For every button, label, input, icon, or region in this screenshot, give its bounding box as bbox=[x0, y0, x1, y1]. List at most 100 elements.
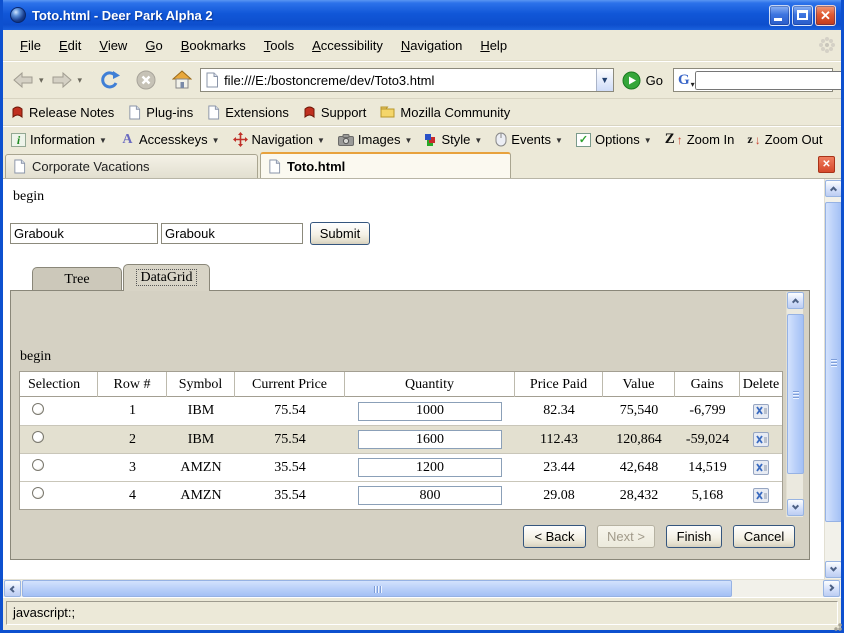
page-icon bbox=[268, 159, 281, 174]
devbar-style[interactable]: Style ▼ bbox=[425, 132, 482, 147]
status-bar: javascript:; bbox=[3, 597, 841, 630]
close-icon: ✕ bbox=[816, 6, 835, 25]
close-tab-button[interactable]: ✕ bbox=[818, 156, 835, 173]
row-radio[interactable] bbox=[32, 431, 44, 443]
menu-file[interactable]: File bbox=[11, 34, 50, 57]
dropdown-caret-icon: ▼ bbox=[644, 136, 652, 145]
dropdown-caret-icon: ▼ bbox=[212, 136, 220, 145]
bookmark-plugins[interactable]: Plug-ins bbox=[128, 105, 193, 120]
devbar-information[interactable]: i Information ▼ bbox=[11, 132, 107, 147]
menu-accessibility[interactable]: Accessibility bbox=[303, 34, 392, 57]
bookmark-extensions[interactable]: Extensions bbox=[207, 105, 289, 120]
maximize-button[interactable] bbox=[792, 5, 813, 26]
url-input[interactable] bbox=[219, 73, 596, 88]
scroll-left-button[interactable] bbox=[4, 580, 21, 597]
google-logo-icon[interactable]: G bbox=[678, 73, 690, 88]
menu-go[interactable]: Go bbox=[136, 34, 171, 57]
status-text: javascript:; bbox=[6, 601, 838, 625]
bookmark-mozilla-community[interactable]: Mozilla Community bbox=[380, 105, 510, 120]
back-button[interactable] bbox=[11, 70, 35, 90]
navigation-toolbar: ▾ ▾ ▼ Go G ▾ bbox=[3, 61, 841, 99]
menu-edit[interactable]: Edit bbox=[50, 34, 90, 57]
delete-icon bbox=[756, 491, 767, 501]
livemark-icon bbox=[11, 106, 24, 119]
scrollbar-thumb[interactable] bbox=[825, 202, 841, 522]
tab-datagrid[interactable]: DataGrid bbox=[123, 264, 210, 291]
bookmark-support[interactable]: Support bbox=[303, 105, 367, 120]
forward-dropdown-icon[interactable]: ▾ bbox=[78, 75, 83, 86]
row-radio[interactable] bbox=[32, 487, 44, 499]
row-radio[interactable] bbox=[32, 403, 44, 415]
cancel-button[interactable]: Cancel bbox=[733, 525, 795, 548]
scroll-up-button[interactable] bbox=[787, 292, 804, 309]
devbar-events[interactable]: Events ▼ bbox=[495, 132, 563, 147]
scrollbar-thumb[interactable] bbox=[787, 314, 804, 474]
quantity-input[interactable] bbox=[358, 486, 502, 505]
scroll-down-button[interactable] bbox=[825, 561, 841, 578]
panel-scrollbar[interactable] bbox=[786, 292, 803, 517]
back-dropdown-icon[interactable]: ▾ bbox=[39, 75, 44, 86]
row-radio[interactable] bbox=[32, 459, 44, 471]
url-bar[interactable]: ▼ bbox=[200, 68, 614, 92]
quantity-input[interactable] bbox=[358, 458, 502, 477]
scrollbar-thumb[interactable] bbox=[22, 580, 732, 597]
delete-row-button[interactable] bbox=[753, 432, 769, 447]
menu-view[interactable]: View bbox=[90, 34, 136, 57]
search-box[interactable]: G ▾ bbox=[673, 68, 833, 92]
quantity-input[interactable] bbox=[358, 430, 502, 449]
submit-button[interactable]: Submit bbox=[310, 222, 370, 245]
resize-grip[interactable] bbox=[830, 619, 842, 631]
home-icon bbox=[172, 70, 192, 90]
home-button[interactable] bbox=[172, 70, 192, 90]
go-icon bbox=[622, 71, 641, 90]
devbar-zoom-out[interactable]: z↓ Zoom Out bbox=[747, 132, 822, 147]
col-delete: Delete bbox=[740, 372, 782, 397]
devbar-options[interactable]: ✓ Options ▼ bbox=[576, 132, 652, 147]
tab-corporate-vacations[interactable]: Corporate Vacations bbox=[5, 154, 258, 178]
titlebar[interactable]: Toto.html - Deer Park Alpha 2 ✕ bbox=[3, 0, 841, 30]
page-content: begin Submit Tree DataGrid begin Selecti… bbox=[3, 179, 841, 579]
options-icon: ✓ bbox=[576, 133, 591, 147]
tab-tree[interactable]: Tree bbox=[32, 267, 122, 290]
url-dropdown-button[interactable]: ▼ bbox=[596, 69, 613, 91]
col-price-paid: Price Paid bbox=[515, 372, 603, 397]
stop-button[interactable] bbox=[136, 70, 156, 90]
reload-button[interactable] bbox=[100, 70, 120, 90]
go-button[interactable] bbox=[622, 71, 641, 90]
delete-row-button[interactable] bbox=[753, 488, 769, 503]
text-field-2[interactable] bbox=[161, 223, 303, 244]
scroll-down-button[interactable] bbox=[787, 499, 804, 516]
delete-row-button[interactable] bbox=[753, 460, 769, 475]
text-field-1[interactable] bbox=[10, 223, 158, 244]
go-label[interactable]: Go bbox=[646, 73, 663, 88]
menu-bookmarks[interactable]: Bookmarks bbox=[172, 34, 255, 57]
livemark-icon bbox=[303, 106, 316, 119]
devbar-zoom-in[interactable]: Z↑ Zoom In bbox=[665, 131, 735, 148]
app-globe-icon bbox=[10, 7, 26, 23]
tab-bar: Corporate Vacations Toto.html ✕ bbox=[3, 152, 841, 179]
bookmark-release-notes[interactable]: Release Notes bbox=[11, 105, 114, 120]
quantity-input[interactable] bbox=[358, 402, 502, 421]
menu-navigation[interactable]: Navigation bbox=[392, 34, 471, 57]
scroll-right-button[interactable] bbox=[823, 580, 840, 597]
horizontal-scrollbar[interactable] bbox=[3, 579, 841, 597]
menu-help[interactable]: Help bbox=[471, 34, 516, 57]
close-button[interactable]: ✕ bbox=[815, 5, 836, 26]
scroll-up-button[interactable] bbox=[825, 180, 841, 197]
datagrid-panel: begin Selection Row # Symbol Current Pri… bbox=[10, 290, 810, 560]
tab-toto-html[interactable]: Toto.html bbox=[260, 152, 511, 178]
devbar-navigation[interactable]: Navigation ▼ bbox=[233, 132, 325, 147]
back-wizard-button[interactable]: < Back bbox=[523, 525, 586, 548]
forward-button[interactable] bbox=[50, 70, 74, 90]
minimize-button[interactable] bbox=[769, 5, 790, 26]
finish-button[interactable]: Finish bbox=[666, 525, 722, 548]
table-row: 2 IBM 75.54 112.43 120,864 -59,024 bbox=[20, 425, 782, 453]
col-row-num: Row # bbox=[98, 372, 167, 397]
devbar-images[interactable]: Images ▼ bbox=[338, 132, 413, 147]
browser-scrollbar[interactable] bbox=[824, 179, 841, 579]
delete-row-button[interactable] bbox=[753, 404, 769, 419]
wizard-buttons: < Back Next > Finish Cancel bbox=[523, 525, 795, 548]
search-input[interactable] bbox=[695, 71, 844, 90]
menu-tools[interactable]: Tools bbox=[255, 34, 303, 57]
devbar-accesskeys[interactable]: A Accesskeys ▼ bbox=[120, 132, 220, 147]
